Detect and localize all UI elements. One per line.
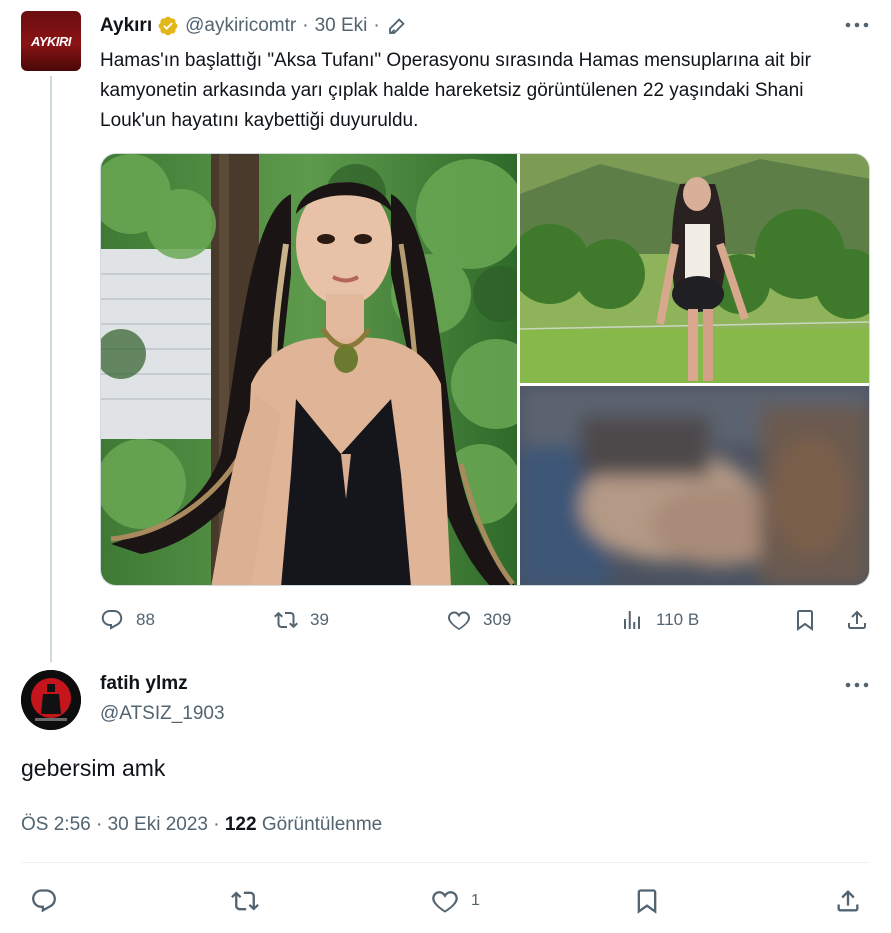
thread-connector-line: [50, 76, 52, 662]
separator-dot: ·: [302, 15, 309, 36]
like-button[interactable]: 309: [447, 608, 511, 632]
reply-date[interactable]: 30 Eki 2023: [108, 814, 208, 835]
reply-author-name[interactable]: fatih ylmz: [100, 673, 188, 695]
media-photo-portrait[interactable]: [101, 154, 517, 585]
media-photo-field[interactable]: [520, 154, 869, 383]
pen-icon[interactable]: [386, 15, 408, 37]
tweet-media-grid[interactable]: [100, 153, 870, 586]
author-handle[interactable]: @aykiricomtr: [185, 15, 296, 37]
account-avatar-logo[interactable]: AYKIRI: [21, 11, 81, 71]
reply-button[interactable]: 88: [100, 608, 155, 632]
share-button[interactable]: [845, 608, 869, 632]
like-button[interactable]: 1: [431, 887, 480, 915]
reply-metadata: ÖS 2:56 · 30 Eki 2023 · 122 Görüntülenme: [21, 814, 382, 836]
reply-author-avatar[interactable]: [21, 670, 81, 730]
tweet-date[interactable]: 30 Eki: [315, 15, 368, 37]
retweet-count: 39: [310, 610, 329, 629]
share-button[interactable]: [834, 887, 862, 915]
parent-tweet-header: Aykırı @aykiricomtr · 30 Eki ·: [100, 12, 408, 40]
reply-text: gebersim amk: [21, 755, 166, 781]
logo-text: AYKIRI: [30, 33, 72, 49]
separator-dot: ·: [213, 814, 220, 835]
bookmark-button[interactable]: [633, 887, 661, 915]
views-button[interactable]: 110 B: [620, 608, 699, 632]
views-count: 110 B: [656, 610, 700, 629]
reply-author-handle[interactable]: @ATSIZ_1903: [100, 703, 225, 725]
verified-badge-icon: [158, 16, 178, 36]
retweet-icon: [274, 611, 298, 629]
heart-icon: [432, 891, 458, 913]
author-name[interactable]: Aykırı: [100, 15, 152, 37]
divider: [21, 862, 870, 863]
like-count: 1: [471, 892, 480, 909]
more-icon[interactable]: [843, 15, 871, 35]
heart-icon: [448, 611, 470, 630]
bar-chart-icon: [624, 611, 640, 629]
reply-icon: [101, 610, 123, 630]
retweet-button[interactable]: [231, 887, 259, 915]
share-icon: [837, 890, 859, 912]
retweet-button[interactable]: 39: [274, 608, 329, 632]
reply-count: 88: [136, 610, 155, 629]
more-icon[interactable]: [843, 675, 871, 695]
reply-time[interactable]: ÖS 2:56: [21, 814, 91, 835]
media-photo-blurred[interactable]: [520, 386, 869, 585]
bookmark-icon: [797, 610, 813, 631]
reply-views-label: Görüntülenme: [261, 814, 383, 835]
separator-dot: ·: [96, 814, 103, 835]
reply-icon: [32, 889, 56, 913]
reply-views-count: 122: [224, 814, 257, 835]
bookmark-button[interactable]: [793, 608, 817, 632]
bookmark-icon: [637, 889, 657, 914]
tweet-text: Hamas'ın başlattığı "Aksa Tufanı" Operas…: [100, 50, 811, 131]
reply-button[interactable]: [30, 887, 58, 915]
retweet-icon: [231, 891, 259, 911]
separator-dot: ·: [373, 15, 380, 36]
like-count: 309: [483, 610, 512, 629]
share-icon: [848, 610, 866, 629]
